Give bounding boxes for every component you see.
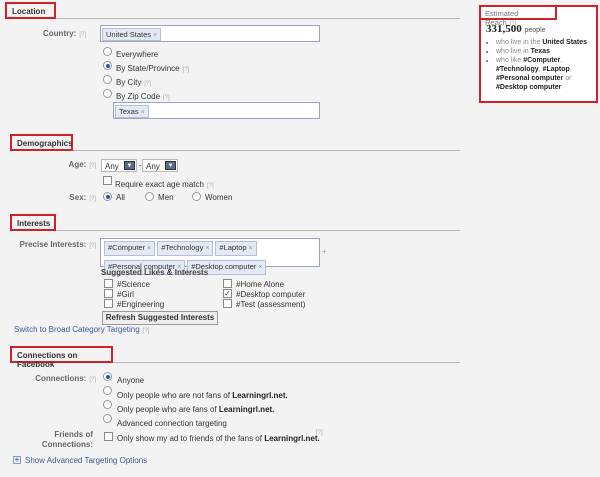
reach-criterion: who like #Computer, #Technology, #Laptop… bbox=[496, 56, 596, 92]
exact-age-checkbox[interactable] bbox=[103, 176, 112, 185]
remove-icon[interactable]: × bbox=[153, 32, 157, 39]
suggest-checkbox[interactable] bbox=[104, 299, 113, 308]
chevron-down-icon: ▼ bbox=[165, 161, 176, 170]
radio-advanced[interactable] bbox=[103, 414, 112, 423]
remove-icon[interactable]: × bbox=[258, 264, 262, 271]
remove-icon[interactable]: × bbox=[205, 245, 209, 252]
reach-title: Estimated Reach [?] bbox=[479, 5, 557, 27]
help-icon[interactable]: [?] bbox=[79, 32, 86, 38]
divider bbox=[56, 230, 460, 231]
not-fans-label: Only people who are not fans of Learning… bbox=[117, 391, 288, 400]
advanced-label: Advanced connection targeting bbox=[117, 419, 227, 428]
friends-checkbox[interactable] bbox=[104, 432, 113, 441]
radio-by-zip[interactable] bbox=[103, 89, 112, 98]
radio-anyone[interactable] bbox=[103, 372, 112, 381]
suggest-checkbox[interactable] bbox=[104, 289, 113, 298]
precise-interests-label: Precise Interests: [?] bbox=[19, 240, 96, 249]
suggest-label: #Science bbox=[117, 280, 150, 289]
reach-criterion: who live in Texas bbox=[496, 47, 596, 56]
radio-sex-men[interactable] bbox=[145, 192, 154, 201]
state-token: Texas × bbox=[115, 105, 149, 118]
chevron-down-icon: ▼ bbox=[124, 161, 135, 170]
section-connections-header: Connections on Facebook bbox=[10, 346, 113, 369]
suggest-checkbox-checked[interactable]: ✓ bbox=[223, 289, 232, 298]
age-min-select[interactable]: Any ▼ bbox=[101, 159, 137, 172]
remove-icon[interactable]: × bbox=[249, 245, 253, 252]
interest-token: #Computer × bbox=[104, 241, 156, 256]
remove-icon[interactable]: × bbox=[147, 245, 151, 252]
estimated-reach-panel: Estimated Reach[?] 331,500 people who li… bbox=[479, 5, 598, 103]
age-label: Age: [?] bbox=[68, 160, 96, 169]
suggest-checkbox[interactable] bbox=[223, 279, 232, 288]
connections-label: Connections: [?] bbox=[35, 374, 96, 383]
help-icon[interactable]: [?] bbox=[144, 81, 151, 87]
country-input[interactable]: United States × bbox=[100, 25, 320, 42]
sex-label: Sex: [?] bbox=[69, 193, 96, 202]
option-everywhere-label: Everywhere bbox=[116, 50, 159, 59]
section-interests-header: Interests bbox=[10, 214, 56, 231]
suggest-label: #Desktop computer bbox=[236, 290, 306, 299]
radio-sex-all[interactable] bbox=[103, 192, 112, 201]
reach-criterion: who live in the United States bbox=[496, 38, 596, 47]
radio-fans[interactable] bbox=[103, 400, 112, 409]
sex-men-label: Men bbox=[158, 193, 174, 202]
radio-not-fans[interactable] bbox=[103, 386, 112, 395]
suggest-label: #Engineering bbox=[117, 300, 165, 309]
help-icon[interactable]: [?] bbox=[89, 243, 96, 249]
suggested-title: Suggested Likes & Interests bbox=[101, 268, 209, 277]
radio-sex-women[interactable] bbox=[192, 192, 201, 201]
section-demographics-header: Demographics bbox=[10, 134, 73, 151]
sex-all-label: All bbox=[116, 193, 125, 202]
radio-by-city[interactable] bbox=[103, 75, 112, 84]
help-icon[interactable]: [?] bbox=[163, 95, 170, 101]
option-state-label: By State/Province [?] bbox=[116, 64, 190, 73]
suggest-checkbox[interactable] bbox=[223, 299, 232, 308]
add-interest-icon[interactable]: + bbox=[322, 247, 327, 256]
age-max-select[interactable]: Any ▼ bbox=[142, 159, 178, 172]
refresh-suggested-button[interactable]: Refresh Suggested Interests bbox=[102, 311, 218, 325]
remove-icon[interactable]: × bbox=[141, 109, 145, 116]
option-city-label: By City [?] bbox=[116, 78, 152, 87]
plus-icon[interactable]: + bbox=[13, 456, 21, 464]
suggest-label: #Girl bbox=[117, 290, 134, 299]
suggest-label: #Home Alone bbox=[236, 280, 285, 289]
radio-by-state[interactable] bbox=[103, 61, 112, 70]
exact-age-label: Require exact age match [?] bbox=[115, 180, 214, 189]
suggest-checkbox[interactable] bbox=[104, 279, 113, 288]
fans-label: Only people who are fans of Learningrl.n… bbox=[117, 405, 275, 414]
state-input[interactable]: Texas × bbox=[113, 102, 320, 119]
reach-criteria-list: who live in the United States who live i… bbox=[488, 38, 596, 92]
anyone-label: Anyone bbox=[117, 376, 145, 385]
divider bbox=[113, 362, 460, 363]
help-icon[interactable]: [?] bbox=[89, 163, 96, 169]
help-icon[interactable]: [?] bbox=[207, 183, 214, 189]
section-location-header: Location bbox=[5, 2, 56, 19]
help-icon[interactable]: [?] bbox=[183, 67, 190, 73]
precise-interests-input[interactable]: #Computer × #Technology × #Laptop × #Personal… bbox=[100, 238, 320, 275]
switch-broad-link[interactable]: Switch to Broad Category Targeting [?] bbox=[14, 325, 149, 334]
country-label: Country: [?] bbox=[43, 29, 86, 38]
radio-everywhere[interactable] bbox=[103, 47, 112, 56]
help-icon[interactable]: [?] bbox=[143, 328, 150, 334]
country-token: United States × bbox=[102, 28, 162, 41]
interest-token: #Technology × bbox=[157, 241, 214, 256]
interest-token: #Laptop × bbox=[215, 241, 257, 256]
option-zip-label: By Zip Code [?] bbox=[116, 92, 170, 101]
friends-label: Friends of Connections: bbox=[41, 430, 93, 449]
sex-women-label: Women bbox=[205, 193, 233, 202]
help-icon[interactable]: [?] bbox=[89, 196, 96, 202]
help-icon[interactable]: [?] bbox=[316, 430, 323, 436]
divider bbox=[73, 150, 460, 151]
help-icon[interactable]: [?] bbox=[89, 377, 96, 383]
friends-option-label: Only show my ad to friends of the fans o… bbox=[117, 434, 320, 443]
divider bbox=[56, 18, 460, 19]
reach-count: 331,500 people bbox=[486, 23, 546, 35]
suggest-label: #Test (assessment) bbox=[236, 300, 306, 309]
show-advanced-link[interactable]: Show Advanced Targeting Options bbox=[25, 456, 147, 465]
